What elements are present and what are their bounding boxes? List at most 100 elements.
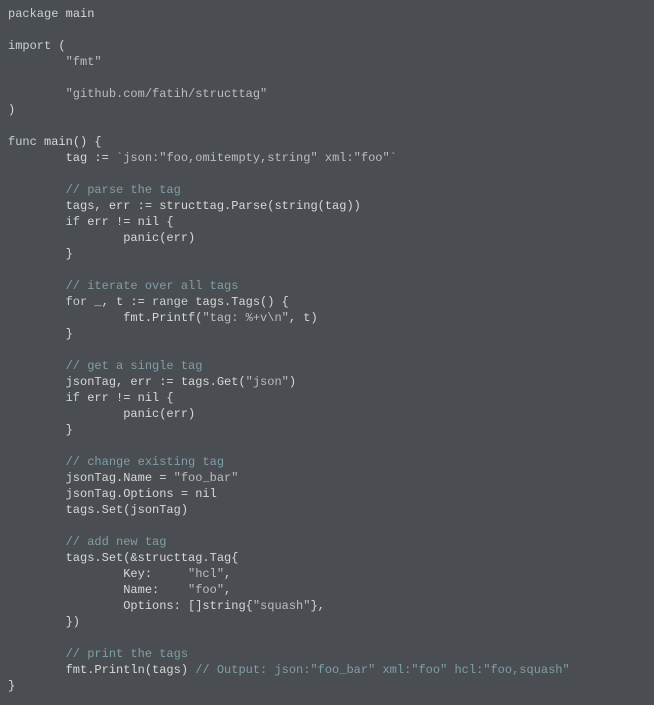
code-line: Name: "foo", bbox=[8, 582, 646, 598]
code-token: tags, err := structtag.Parse(string(tag)… bbox=[8, 199, 361, 213]
code-token: } bbox=[8, 247, 73, 261]
code-token: ) bbox=[8, 103, 15, 117]
code-line: jsonTag, err := tags.Get("json") bbox=[8, 374, 646, 390]
code-token: Options: []string{ bbox=[8, 599, 253, 613]
code-line: Options: []string{"squash"}, bbox=[8, 598, 646, 614]
code-line: "fmt" bbox=[8, 54, 646, 70]
code-token bbox=[8, 183, 66, 197]
code-token: Name: bbox=[8, 583, 188, 597]
code-token bbox=[8, 215, 66, 229]
code-line: // add new tag bbox=[8, 534, 646, 550]
code-token bbox=[8, 535, 66, 549]
code-token: panic(err) bbox=[8, 231, 195, 245]
code-token: `json:"foo,omitempty,string" xml:"foo"` bbox=[116, 151, 397, 165]
code-line bbox=[8, 70, 646, 86]
code-token: // add new tag bbox=[66, 535, 167, 549]
code-token: tags.Set(jsonTag) bbox=[8, 503, 188, 517]
code-token bbox=[8, 55, 66, 69]
code-token: "json" bbox=[246, 375, 289, 389]
code-line: // parse the tag bbox=[8, 182, 646, 198]
code-token: Key: bbox=[8, 567, 188, 581]
code-line: func main() { bbox=[8, 134, 646, 150]
code-token: "github.com/fatih/structtag" bbox=[66, 87, 268, 101]
code-token: // iterate over all tags bbox=[66, 279, 239, 293]
code-token: if bbox=[66, 391, 80, 405]
code-token: "foo_bar" bbox=[174, 471, 239, 485]
code-token: err != nil { bbox=[80, 215, 174, 229]
code-line: // iterate over all tags bbox=[8, 278, 646, 294]
code-token: } bbox=[8, 423, 73, 437]
code-line bbox=[8, 630, 646, 646]
code-token: package bbox=[8, 7, 58, 21]
code-line: fmt.Println(tags) // Output: json:"foo_b… bbox=[8, 662, 646, 678]
code-token: "fmt" bbox=[66, 55, 102, 69]
code-line: fmt.Printf("tag: %+v\n", t) bbox=[8, 310, 646, 326]
code-line: // get a single tag bbox=[8, 358, 646, 374]
code-token: "hcl" bbox=[188, 567, 224, 581]
code-token: panic(err) bbox=[8, 407, 195, 421]
code-token: fmt.Printf( bbox=[8, 311, 202, 325]
code-line: tag := `json:"foo,omitempty,string" xml:… bbox=[8, 150, 646, 166]
code-token: _, t := bbox=[87, 295, 152, 309]
code-token: }, bbox=[310, 599, 324, 613]
code-token bbox=[8, 279, 66, 293]
code-line bbox=[8, 118, 646, 134]
code-token bbox=[8, 359, 66, 373]
code-line: import ( bbox=[8, 38, 646, 54]
code-token: } bbox=[8, 327, 73, 341]
code-token: main() { bbox=[37, 135, 102, 149]
code-line: jsonTag.Options = nil bbox=[8, 486, 646, 502]
code-token: main bbox=[58, 7, 94, 21]
code-line: tags.Set(&structtag.Tag{ bbox=[8, 550, 646, 566]
code-token: }) bbox=[8, 615, 80, 629]
code-line bbox=[8, 22, 646, 38]
code-token bbox=[8, 87, 66, 101]
code-token: // get a single tag bbox=[66, 359, 203, 373]
code-token: jsonTag.Options = nil bbox=[8, 487, 217, 501]
code-line bbox=[8, 438, 646, 454]
code-token: range bbox=[152, 295, 188, 309]
code-line: if err != nil { bbox=[8, 214, 646, 230]
code-token: if bbox=[66, 215, 80, 229]
code-line: // change existing tag bbox=[8, 454, 646, 470]
code-line bbox=[8, 342, 646, 358]
code-token: import bbox=[8, 39, 51, 53]
code-line bbox=[8, 166, 646, 182]
code-line: }) bbox=[8, 614, 646, 630]
code-block: package main import ( "fmt" "github.com/… bbox=[0, 0, 654, 700]
code-line: tags.Set(jsonTag) bbox=[8, 502, 646, 518]
code-line: if err != nil { bbox=[8, 390, 646, 406]
code-token: ( bbox=[51, 39, 65, 53]
code-token: "foo" bbox=[188, 583, 224, 597]
code-token: func bbox=[8, 135, 37, 149]
code-token: } bbox=[8, 679, 15, 693]
code-token bbox=[8, 647, 66, 661]
code-line: panic(err) bbox=[8, 230, 646, 246]
code-token: for bbox=[66, 295, 88, 309]
code-line: tags, err := structtag.Parse(string(tag)… bbox=[8, 198, 646, 214]
code-line: ) bbox=[8, 102, 646, 118]
code-line: for _, t := range tags.Tags() { bbox=[8, 294, 646, 310]
code-token: // change existing tag bbox=[66, 455, 224, 469]
code-token: , bbox=[224, 567, 231, 581]
code-token: , t) bbox=[289, 311, 318, 325]
code-line bbox=[8, 262, 646, 278]
code-token: tag := bbox=[8, 151, 116, 165]
code-line: } bbox=[8, 678, 646, 694]
code-token bbox=[8, 295, 66, 309]
code-line: } bbox=[8, 422, 646, 438]
code-line: panic(err) bbox=[8, 406, 646, 422]
code-token: , bbox=[224, 583, 231, 597]
code-line: package main bbox=[8, 6, 646, 22]
code-token: fmt.Println(tags) bbox=[8, 663, 195, 677]
code-token: tags.Set(&structtag.Tag{ bbox=[8, 551, 238, 565]
code-token bbox=[8, 391, 66, 405]
code-line: } bbox=[8, 326, 646, 342]
code-token: jsonTag.Name = bbox=[8, 471, 174, 485]
code-token: "squash" bbox=[253, 599, 311, 613]
code-token: // parse the tag bbox=[66, 183, 181, 197]
code-token: jsonTag, err := tags.Get( bbox=[8, 375, 246, 389]
code-token: err != nil { bbox=[80, 391, 174, 405]
code-token: ) bbox=[289, 375, 296, 389]
code-token: "tag: %+v\n" bbox=[202, 311, 288, 325]
